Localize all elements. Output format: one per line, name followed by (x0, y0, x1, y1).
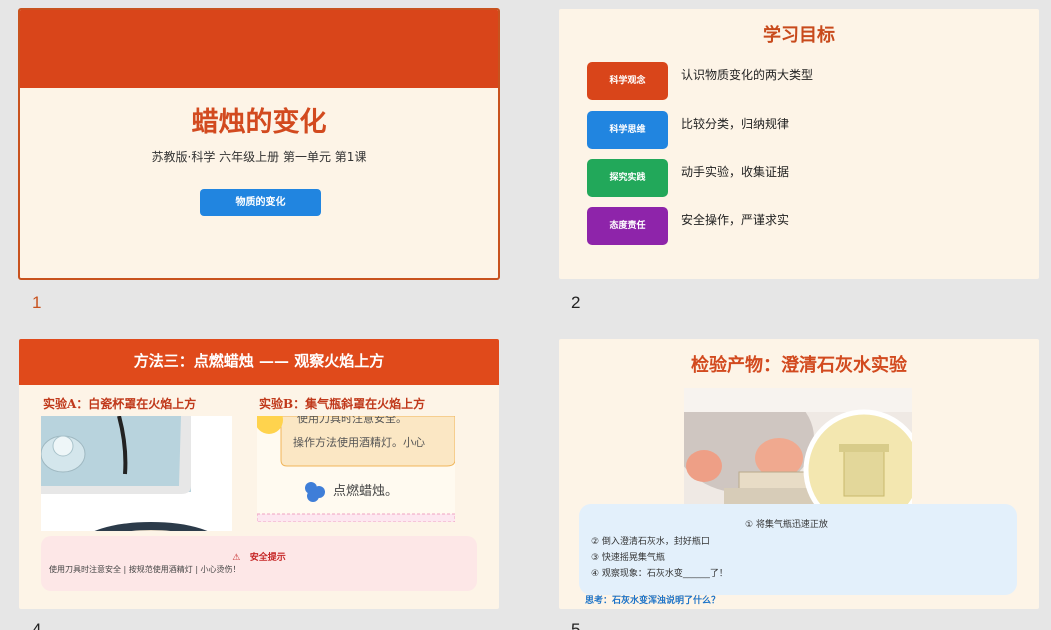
textbook-line: 使用刀具时注意安全。 (297, 416, 407, 425)
slide-title: 学习目标 (763, 25, 835, 46)
slide-title: 蜡烛的变化 (191, 107, 327, 138)
textbook-line: 点燃蜡烛。 (333, 483, 398, 499)
goal-text: 动手实验，收集证据 (681, 165, 790, 179)
steps-box: ① 将集气瓶迅速正放 ② 倒入澄清石灰水，封好瓶口 ③ 快速摇晃集气瓶 ④ 观察… (579, 504, 1017, 595)
goal-tag: 探究实践 (587, 159, 668, 197)
slide-subtitle: 苏教版·科学 六年级上册 第一单元 第1课 (151, 150, 367, 164)
title-band (20, 10, 498, 88)
slide-number-4: 4 (32, 620, 42, 630)
textbook-line: 操作方法使用酒精灯。小心 (293, 435, 425, 449)
goal-tag: 态度责任 (587, 207, 668, 245)
goal-text: 安全操作，严谨求实 (681, 213, 790, 227)
experiment-b-label: 实验B：集气瓶斜罩在火焰上方 (259, 397, 426, 411)
slide-thumbnail-4[interactable]: 方法三：点燃蜡烛 —— 观察火焰上方 实验A：白瓷杯罩在火焰上方 实验B：集气瓶… (19, 339, 499, 609)
goal-row: 科学思维 比较分类，归纳规律 (587, 111, 1007, 149)
candle-photo (41, 416, 232, 531)
safety-text: 使用刀具时注意安全 | 按规范使用酒精灯 | 小心烫伤！ (49, 565, 241, 574)
safety-box: ⚠ 安全提示 使用刀具时注意安全 | 按规范使用酒精灯 | 小心烫伤！ (41, 536, 477, 591)
goal-tag: 科学思维 (587, 111, 668, 149)
experiment-a-label: 实验A：白瓷杯罩在火焰上方 (43, 397, 197, 411)
experiment-photo (684, 388, 912, 512)
slide-thumbnail-5[interactable]: 检验产物：澄清石灰水实验 ① 将集气瓶迅速正放 ② 倒入澄清石灰水，封好瓶口 ③… (559, 339, 1039, 609)
goal-row: 探究实践 动手实验，收集证据 (587, 159, 1007, 197)
topic-pill: 物质的变化 (200, 189, 321, 216)
slide-thumbnail-2[interactable]: 学习目标 科学观念 认识物质变化的两大类型 科学思维 比较分类，归纳规律 探究实… (559, 9, 1039, 279)
goal-row: 科学观念 认识物质变化的两大类型 (587, 62, 1007, 100)
slide-number-1: 1 (32, 293, 42, 312)
goal-row: 态度责任 安全操作，严谨求实 (587, 207, 1007, 245)
textbook-photo: 使用刀具时注意安全。 操作方法使用酒精灯。小心 点燃蜡烛。 (257, 416, 455, 522)
slide-title: 方法三：点燃蜡烛 —— 观察火焰上方 (133, 352, 385, 370)
think-question: 思考：石灰水变浑浊说明了什么？ (585, 596, 721, 606)
slide-number-2: 2 (571, 293, 581, 312)
safety-title-text: 安全提示 (249, 553, 286, 563)
slide-number-5: 5 (571, 620, 581, 630)
step-item: ① 将集气瓶迅速正放 (745, 520, 828, 530)
safety-title: ⚠ 安全提示 (41, 550, 477, 563)
step-item: ③ 快速摇晃集气瓶 (591, 553, 665, 563)
goal-text: 比较分类，归纳规律 (681, 117, 790, 131)
goal-text: 认识物质变化的两大类型 (681, 68, 814, 82)
slide-title: 检验产物：澄清石灰水实验 (691, 355, 907, 376)
step-item: ② 倒入澄清石灰水，封好瓶口 (591, 537, 710, 547)
warning-icon: ⚠ (232, 553, 241, 563)
goal-tag: 科学观念 (587, 62, 668, 100)
slide-thumbnail-1[interactable]: 蜡烛的变化 苏教版·科学 六年级上册 第一单元 第1课 物质的变化 (18, 8, 500, 280)
step-item: ④ 观察现象：石灰水变______了！ (591, 569, 728, 579)
